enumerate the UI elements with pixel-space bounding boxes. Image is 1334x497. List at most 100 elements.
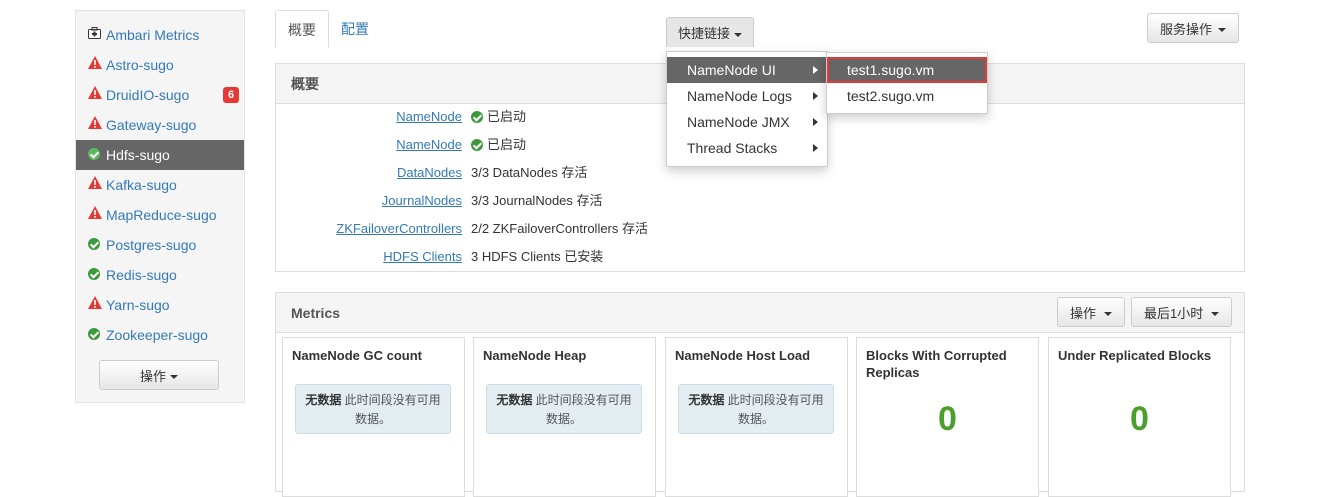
check-circle-icon <box>471 138 483 151</box>
caret-down-icon <box>1104 312 1113 317</box>
sidebar-item-zookeeper[interactable]: Zookeeper-sugo <box>76 320 244 350</box>
status-text: 3/3 JournalNodes 存活 <box>471 193 603 208</box>
services-sidebar: Ambari Metrics Astro-sugo DruidIO-sugo 6… <box>75 10 245 403</box>
no-data-text: 此时间段没有可用 <box>344 393 441 407</box>
menu-item-label: Thread Stacks <box>687 140 778 156</box>
check-circle-icon <box>471 110 483 123</box>
status-text: 3 HDFS Clients 已安装 <box>471 249 604 264</box>
sidebar-item-redis[interactable]: Redis-sugo <box>76 260 244 290</box>
sidebar-item-postgres[interactable]: Postgres-sugo <box>76 230 244 260</box>
metrics-actions-label: 操作 <box>1070 305 1097 321</box>
metric-card-host-load[interactable]: NameNode Host Load 无数据 此时间段没有可用数据。 <box>665 337 848 497</box>
sidebar-item-yarn[interactable]: Yarn-sugo <box>76 290 244 320</box>
sidebar-item-kafka[interactable]: Kafka-sugo <box>76 170 244 200</box>
metric-card-gc-count[interactable]: NameNode GC count 无数据 此时间段没有可用数据。 <box>282 337 465 497</box>
metric-title: NameNode Host Load <box>675 348 811 363</box>
caret-right-icon <box>813 144 818 152</box>
menu-item-thread-stacks[interactable]: Thread Stacks <box>667 135 827 161</box>
metric-title: NameNode GC count <box>292 348 423 363</box>
time-range-button[interactable]: 最后1小时 <box>1131 297 1233 327</box>
sidebar-item-astro[interactable]: Astro-sugo <box>76 50 244 80</box>
quick-links-menu: NameNode UI NameNode Logs NameNode JMX T… <box>666 51 828 167</box>
sidebar-item-label: DruidIO-sugo <box>106 87 190 103</box>
menu-item-namenode-logs[interactable]: NameNode Logs <box>667 83 827 109</box>
sidebar-item-gateway[interactable]: Gateway-sugo <box>76 110 244 140</box>
caret-right-icon <box>813 66 818 74</box>
submenu-item-host-2[interactable]: test2.sugo.vm <box>827 83 987 109</box>
quick-links-button[interactable]: 快捷链接 <box>666 17 755 47</box>
caret-down-icon <box>170 375 178 380</box>
metric-card-heap[interactable]: NameNode Heap 无数据 此时间段没有可用数据。 <box>473 337 656 497</box>
component-link-namenode-2[interactable]: NameNode <box>396 135 462 155</box>
service-actions-label: 服务操作 <box>1160 21 1213 37</box>
no-data-text-2: 数据。 <box>354 412 391 426</box>
metric-value: 0 <box>1130 400 1149 438</box>
menu-item-label: NameNode Logs <box>687 88 793 104</box>
no-data-text: 此时间段没有可用 <box>535 393 632 407</box>
no-data-bold: 无数据 <box>496 393 533 407</box>
metric-value: 0 <box>938 400 957 438</box>
component-status: 已启动 <box>471 135 526 155</box>
menu-item-namenode-jmx[interactable]: NameNode JMX <box>667 109 827 135</box>
component-link-namenode[interactable]: NameNode <box>396 107 462 127</box>
summary-row: JournalNodes 3/3 JournalNodes 存活 <box>276 191 1246 211</box>
submenu-item-host-1[interactable]: test1.sugo.vm <box>827 57 987 83</box>
component-link-hdfs-clients[interactable]: HDFS Clients <box>383 247 462 267</box>
check-circle-icon <box>88 230 102 260</box>
sidebar-item-hdfs[interactable]: Hdfs-sugo <box>76 140 244 170</box>
warning-icon <box>88 80 102 110</box>
sidebar-item-mapreduce[interactable]: MapReduce-sugo <box>76 200 244 230</box>
summary-row: HDFS Clients 3 HDFS Clients 已安装 <box>276 247 1246 267</box>
sidebar-item-label: MapReduce-sugo <box>106 207 217 223</box>
tab-configs[interactable]: 配置 <box>329 10 381 48</box>
metric-card-under-replicated[interactable]: Under Replicated Blocks 0 <box>1048 337 1231 497</box>
metric-title: NameNode Heap <box>483 348 587 363</box>
no-data-bold: 无数据 <box>688 393 725 407</box>
warning-icon <box>88 170 102 200</box>
sidebar-item-label: Kafka-sugo <box>106 177 177 193</box>
metric-title: Blocks With Corrupted Replicas <box>866 348 1007 380</box>
menu-item-namenode-ui[interactable]: NameNode UI <box>667 57 827 83</box>
check-circle-icon <box>88 140 102 170</box>
summary-row: ZKFailoverControllers 2/2 ZKFailoverCont… <box>276 219 1246 239</box>
no-data-text-2: 数据。 <box>545 412 582 426</box>
warning-icon <box>88 50 102 80</box>
status-text: 已启动 <box>487 137 527 152</box>
alert-count-badge[interactable]: 6 <box>223 87 239 103</box>
metrics-actions-button[interactable]: 操作 <box>1057 297 1126 327</box>
sidebar-item-druidio[interactable]: DruidIO-sugo 6 <box>76 80 244 110</box>
sidebar-actions-label: 操作 <box>139 368 166 384</box>
check-circle-icon <box>88 320 102 350</box>
status-text: 3/3 DataNodes 存活 <box>471 165 588 180</box>
service-tabs: 概要 配置 <box>275 10 381 48</box>
warning-icon <box>88 110 102 140</box>
sidebar-item-label: Postgres-sugo <box>106 237 197 253</box>
medkit-icon <box>88 20 102 50</box>
metrics-panel: Metrics 操作 最后1小时 NameNode GC count 无数据 此… <box>275 292 1245 497</box>
no-data-text: 此时间段没有可用 <box>727 393 824 407</box>
component-link-datanodes[interactable]: DataNodes <box>397 163 462 183</box>
no-data-bold: 无数据 <box>305 393 342 407</box>
sidebar-item-label: Zookeeper-sugo <box>106 327 208 343</box>
sidebar-actions-button[interactable]: 操作 <box>99 360 219 390</box>
service-actions-button[interactable]: 服务操作 <box>1147 13 1240 43</box>
no-data-notice: 无数据 此时间段没有可用数据。 <box>486 384 642 434</box>
sidebar-item-label: Redis-sugo <box>106 267 177 283</box>
warning-icon <box>88 200 102 230</box>
no-data-text-2: 数据。 <box>737 412 774 426</box>
menu-item-label: NameNode UI <box>687 62 776 78</box>
tab-summary[interactable]: 概要 <box>275 10 329 48</box>
quick-links-label: 快捷链接 <box>678 26 731 41</box>
check-circle-icon <box>88 260 102 290</box>
metric-card-corrupted-replicas[interactable]: Blocks With Corrupted Replicas 0 <box>856 337 1039 497</box>
sidebar-item-label: Ambari Metrics <box>106 27 200 43</box>
status-text: 2/2 ZKFailoverControllers 存活 <box>471 221 648 236</box>
warning-icon <box>88 290 102 320</box>
component-link-journalnodes[interactable]: JournalNodes <box>382 191 462 211</box>
sidebar-item-ambari-metrics[interactable]: Ambari Metrics <box>76 20 244 50</box>
time-range-label: 最后1小时 <box>1144 305 1204 321</box>
caret-down-icon <box>734 32 743 37</box>
namenode-ui-submenu: test1.sugo.vm test2.sugo.vm <box>826 52 988 114</box>
component-link-zkfc[interactable]: ZKFailoverControllers <box>336 219 462 239</box>
caret-right-icon <box>813 92 818 100</box>
